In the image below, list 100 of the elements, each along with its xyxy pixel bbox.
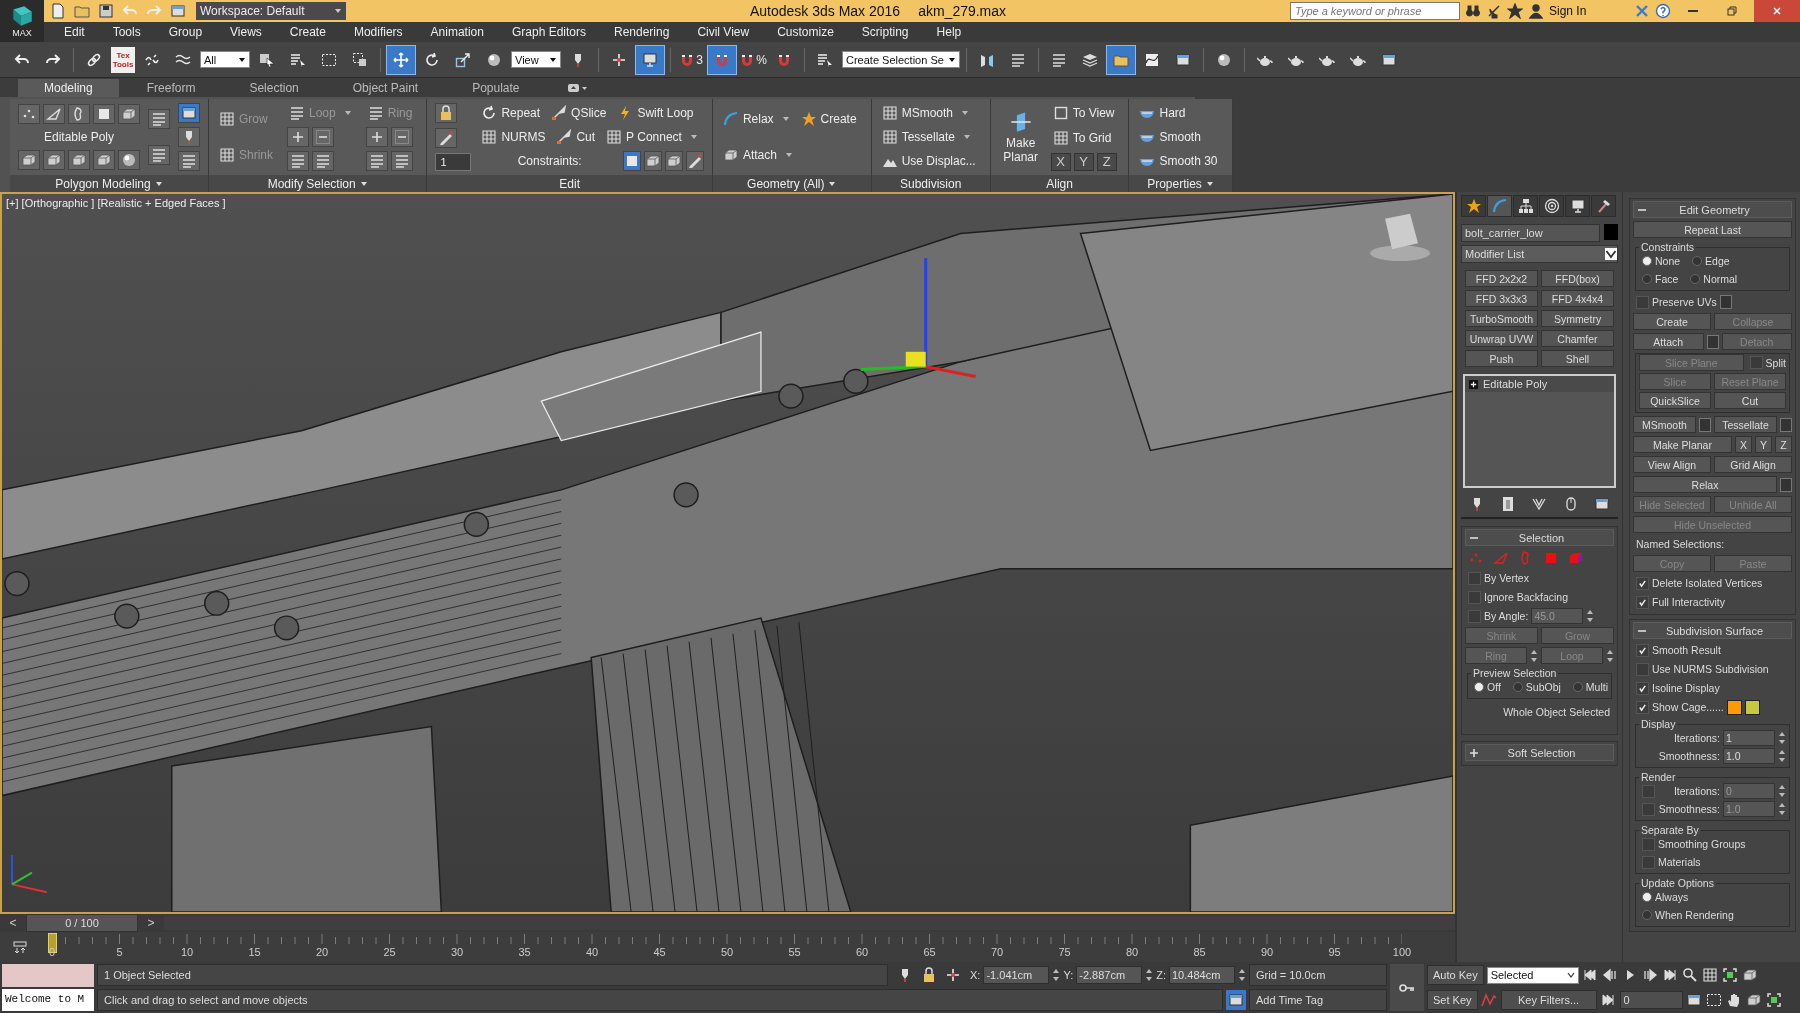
ribbon-button[interactable]: MSmooth [879, 103, 975, 123]
menu-item[interactable]: Tools [98, 25, 155, 39]
panel-title-button[interactable]: Geometry (All) [712, 175, 871, 192]
viewport-label[interactable]: [+] [Orthographic ] [Realistic + Edged Faces ] [6, 197, 226, 209]
menu-item[interactable]: Customize [763, 25, 848, 39]
ribbon-button[interactable]: Repeat [479, 103, 547, 123]
spinner-field[interactable]: 1 [435, 152, 472, 171]
toolbar-button[interactable]: % [739, 45, 767, 74]
ribbon-button[interactable]: Cut [554, 127, 602, 147]
menu-item[interactable]: Rendering [600, 25, 684, 39]
rollout-header[interactable]: Subdivision Surface [1633, 622, 1792, 639]
modifier-button[interactable]: Unwrap UVW [1465, 330, 1538, 347]
ribbon-button[interactable]: To View [1050, 103, 1121, 124]
time-slider-thumb[interactable]: 0 / 100 [26, 914, 138, 932]
modifier-button[interactable]: FFD(box) [1541, 270, 1614, 287]
ribbon-button[interactable]: QSlice [549, 103, 613, 123]
key-filters-button[interactable]: Key Filters... [1500, 989, 1597, 1010]
panel-button[interactable]: Create [1633, 313, 1711, 330]
ribbon-button[interactable]: To Grid [1050, 128, 1118, 148]
panel-button[interactable]: View Align [1633, 456, 1711, 473]
panel-button[interactable]: Attach [1633, 333, 1704, 350]
toolbar-dropdown[interactable]: View [511, 51, 561, 68]
menu-item[interactable]: Help [922, 25, 976, 39]
ribbon-button[interactable]: Attach [720, 145, 799, 165]
ribbon-button[interactable]: Smooth 30 [1137, 151, 1224, 171]
coordinate-field[interactable]: -1.041cm [983, 966, 1050, 985]
set-key-button[interactable]: Set Key [1427, 989, 1478, 1010]
coordinate-field[interactable]: 10.484cm [1169, 966, 1235, 985]
modifier-list-dropdown[interactable]: Modifier List [1461, 245, 1618, 263]
toolbar-dropdown[interactable]: All [200, 51, 250, 68]
axis-button[interactable]: Z [1096, 152, 1117, 171]
panel-button[interactable]: MSmooth [1633, 416, 1696, 433]
panel-title-button[interactable]: Modify Selection [209, 175, 427, 192]
add-time-tag[interactable]: Add Time Tag [1249, 988, 1387, 1011]
panel-title-button[interactable]: Subdivision [871, 175, 990, 192]
axis-button[interactable]: Y [1755, 436, 1772, 453]
key-mode-dropdown[interactable]: Selected [1486, 966, 1579, 984]
menu-item[interactable]: Group [154, 25, 217, 39]
modifier-button[interactable]: Shell [1541, 350, 1614, 367]
ribbon-button[interactable]: Create [798, 109, 863, 129]
modifier-button[interactable]: Push [1465, 350, 1538, 367]
spinner-field[interactable]: 1 [1723, 730, 1775, 746]
ribbon-tab[interactable]: Modeling [18, 79, 119, 97]
toolbar-dropdown[interactable]: Create Selection Se [842, 51, 960, 68]
axis-button[interactable]: X [1050, 152, 1071, 171]
ribbon-button[interactable]: P Connect [604, 127, 704, 147]
panel-button[interactable]: Cut [1714, 392, 1786, 409]
panel-button[interactable]: Relax [1633, 476, 1777, 493]
ribbon-button[interactable]: Smooth [1137, 127, 1207, 147]
menu-item[interactable]: Views [216, 25, 276, 39]
ribbon-button[interactable]: Relax [720, 109, 796, 129]
previous-frame-button[interactable]: < [2, 915, 24, 931]
ribbon-button[interactable]: Tessellate [879, 127, 977, 147]
panel-title-button[interactable]: Align [990, 175, 1129, 192]
ribbon-tab[interactable]: Freeform [120, 79, 222, 97]
axis-button[interactable]: Z [1775, 436, 1792, 453]
menu-item[interactable]: Graph Editors [497, 25, 600, 39]
ribbon-large-button[interactable]: Make Planar [998, 110, 1043, 164]
coordinate-field[interactable]: -2.887cm [1076, 966, 1143, 985]
sign-in-link[interactable]: Sign In [1549, 4, 1629, 18]
next-frame-button[interactable]: > [140, 915, 162, 931]
current-frame-field[interactable]: 0 [1619, 990, 1683, 1009]
menu-item[interactable]: Animation [416, 25, 498, 39]
modifier-button[interactable]: FFD 2x2x2 [1465, 270, 1538, 287]
panel-button[interactable]: Repeat Last [1633, 221, 1792, 238]
panel-title-button[interactable]: Polygon Modeling [10, 175, 208, 192]
modifier-button[interactable]: Symmetry [1541, 310, 1614, 327]
search-field[interactable]: Type a keyword or phrase [1290, 2, 1460, 20]
panel-button[interactable]: QuickSlice [1639, 392, 1711, 409]
viewport[interactable]: [+] [Orthographic ] [Realistic + Edged Faces ] [0, 192, 1455, 914]
stack-item[interactable]: Editable Poly [1465, 376, 1614, 392]
ribbon-button[interactable]: Swift Loop [615, 103, 700, 123]
spinner-field[interactable]: 1.0 [1723, 748, 1775, 764]
ribbon-button[interactable]: NURMS [479, 127, 552, 147]
modifier-button[interactable]: FFD 3x3x3 [1465, 290, 1538, 307]
modifier-button[interactable]: TurboSmooth [1465, 310, 1538, 327]
axis-button[interactable]: X [1735, 436, 1752, 453]
rollout-header[interactable]: Selection [1465, 529, 1614, 546]
axis-button[interactable]: Y [1073, 152, 1094, 171]
panel-button[interactable]: Make Planar [1633, 436, 1732, 453]
panel-button[interactable]: Grid Align [1714, 456, 1792, 473]
panel-title-button[interactable]: Edit [427, 175, 712, 192]
auto-key-button[interactable]: Auto Key [1427, 965, 1484, 986]
ribbon-tab[interactable]: Selection [223, 79, 325, 97]
script-listener-output[interactable]: Welcome to M [2, 988, 94, 1011]
modifier-button[interactable]: Chamfer [1541, 330, 1614, 347]
menu-item[interactable]: Edit [50, 25, 99, 39]
rollout-header[interactable]: Edit Geometry [1633, 201, 1792, 218]
panel-title-button[interactable]: Properties [1129, 175, 1232, 192]
ribbon-button[interactable]: Use Displac... [879, 151, 982, 171]
plugin-logo-button[interactable]: Tex Tools [111, 46, 135, 73]
menu-item[interactable]: Modifiers [339, 25, 417, 39]
workspace-dropdown[interactable]: Workspace: Default [196, 2, 346, 20]
modifier-button[interactable]: FFD 4x4x4 [1541, 290, 1614, 307]
menu-item[interactable]: Scripting [847, 25, 923, 39]
menu-item[interactable]: Create [275, 25, 340, 39]
ribbon-tab[interactable]: Populate [446, 79, 546, 97]
ribbon-tab[interactable]: Object Paint [326, 79, 445, 97]
application-button[interactable]: MAX [0, 0, 44, 42]
object-name-field[interactable]: bolt_carrier_low [1461, 224, 1600, 242]
